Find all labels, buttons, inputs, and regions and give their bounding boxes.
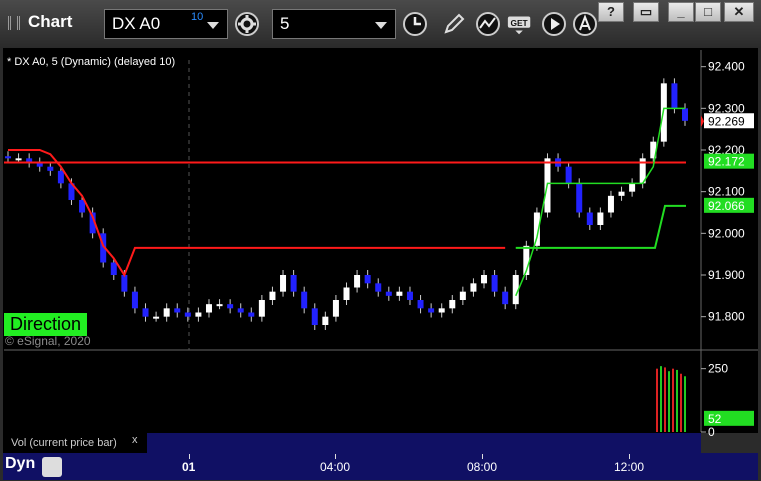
candle [406,291,413,300]
candle [47,166,54,171]
candle [15,158,22,161]
candle [629,183,636,192]
volume-pane-header [147,433,701,453]
price-chart[interactable]: 92.40092.30092.20092.10092.00091.90091.8… [0,0,761,481]
time-tick-label: 01 [182,460,196,474]
candle [110,262,117,275]
candle [301,291,308,309]
candle [343,287,350,300]
time-tick-label: 08:00 [467,460,498,474]
candle [290,275,297,292]
candle [269,291,276,300]
candle [428,308,435,313]
candle [216,304,223,307]
time-tick-label: 04:00 [320,460,351,474]
candle [375,283,382,292]
candle [481,275,488,284]
volume-badge: 52 [708,412,722,426]
candle [195,312,202,317]
candle [280,275,287,292]
candle [258,300,265,317]
copyright-text: © eSignal, 2020 [5,334,91,348]
candle [607,195,614,213]
volume-pane-label: Vol (current price bar) [3,433,147,453]
price-tick-label: 92.400 [708,60,745,74]
candle [354,275,361,288]
lower-level-badge: 92.066 [708,199,745,213]
candle [618,191,625,196]
candle [576,183,583,213]
candle [491,275,498,292]
last-price-badge: 92.269 [708,114,745,128]
candle [449,300,456,309]
price-tick-label: 92.300 [708,101,745,115]
candle [385,291,392,296]
price-tick-label: 91.900 [708,268,745,282]
candle [227,304,234,309]
chart-status-label: * DX A0, 5 (Dynamic) (delayed 10) [7,56,176,68]
dynamic-mode-label[interactable]: Dyn [5,455,35,473]
volume-tick-label: 0 [708,425,715,439]
candle [57,170,64,184]
candle [470,283,477,292]
time-axis[interactable] [3,453,758,480]
candle [459,291,466,300]
candle [586,212,593,225]
candle [163,308,170,317]
close-icon[interactable]: x [132,434,138,446]
candle [311,308,318,325]
candle [153,316,160,319]
candle [438,308,445,313]
candle [417,300,424,309]
time-tick-label: 12:00 [614,460,645,474]
candle [396,291,403,296]
candle [364,275,371,284]
candle [174,308,181,313]
lock-icon[interactable] [42,457,62,477]
candle [205,304,212,313]
candle [597,212,604,225]
candle [671,83,678,109]
candle [332,300,339,317]
direction-label: Direction [4,313,88,336]
price-tick-label: 92.100 [708,185,745,199]
candle [142,308,149,317]
candle [121,275,128,292]
volume-tick-label: 250 [708,362,728,376]
candle [322,316,329,325]
price-tick-label: 92.000 [708,226,745,240]
candle [502,291,509,305]
candle [237,308,244,313]
price-tick-label: 91.800 [708,310,745,324]
candle [184,312,191,317]
upper-level-badge: 92.172 [708,155,745,169]
candle [131,291,138,309]
candle [682,108,688,121]
candle [565,166,572,184]
candle [248,312,255,317]
candle [5,156,11,159]
